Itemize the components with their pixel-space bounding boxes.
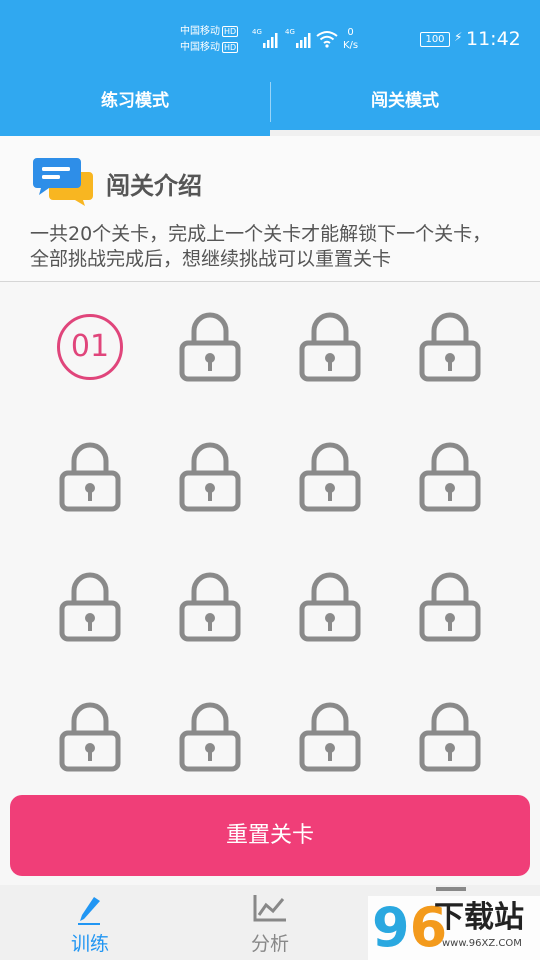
level-locked-10[interactable] [170,567,250,647]
watermark-text: 下载站 [434,900,524,935]
level-locked-03[interactable] [290,307,370,387]
lock-icon [179,572,241,642]
lock-icon [179,702,241,772]
nav-label: 分析 [250,933,289,955]
carrier-name-2: 中国移动 [180,42,220,53]
lock-icon [299,572,361,642]
level-locked-16[interactable] [410,697,490,777]
challenge-intro: 闯关介绍 一共20个关卡，完成上一个关卡才能解锁下一个关卡，全部挑战完成后，想继… [0,136,540,282]
lock-icon [59,702,121,772]
intro-description: 一共20个关卡，完成上一个关卡才能解锁下一个关卡，全部挑战完成后，想继续挑战可以… [30,223,492,270]
battery-indicator: 100 [420,32,450,47]
tab-challenge-mode[interactable]: 闯关模式 [270,80,540,136]
chat-bubble-icon [33,158,93,206]
level-locked-11[interactable] [290,567,370,647]
level-locked-07[interactable] [290,437,370,517]
carrier-info: 中国移动 HD 中国移动 HD [180,24,239,56]
nav-item-analysis[interactable]: 分析 [210,885,330,960]
lock-icon [419,442,481,512]
clock: 11:42 [466,28,521,50]
nav-icon-partial [436,887,466,891]
tab-divider [270,82,271,122]
level-number: 01 [57,314,123,380]
hd-badge: HD [222,42,239,53]
charging-icon: ⚡ [454,30,463,44]
line-chart-icon [253,895,286,922]
network-type-2: 4G [285,28,295,36]
lock-icon [59,442,121,512]
lock-icon [179,442,241,512]
intro-title: 闯关介绍 [106,172,202,200]
pencil-icon [78,897,100,925]
level-locked-12[interactable] [410,567,490,647]
lock-icon [179,312,241,382]
level-locked-04[interactable] [410,307,490,387]
level-locked-15[interactable] [290,697,370,777]
status-bar: 中国移动 HD 中国移动 HD 4G 4G 0 K/s 100 ⚡ 11:42 [0,0,540,80]
level-locked-06[interactable] [170,437,250,517]
carrier-name-1: 中国移动 [180,26,220,37]
wifi-icon [316,31,338,48]
network-speed: 0 K/s [343,27,359,51]
lock-icon [419,572,481,642]
nav-label: 训练 [70,933,109,955]
lock-icon [299,702,361,772]
reset-levels-button[interactable]: 重置关卡 [10,795,530,876]
level-grid: 01 [0,282,540,792]
lock-icon [419,312,481,382]
signal-icon [263,33,278,48]
watermark-url: www.96XZ.COM [442,938,522,949]
level-locked-09[interactable] [50,567,130,647]
nav-item-training[interactable]: 训练 [30,885,150,960]
site-watermark: 96 下载站 www.96XZ.COM [368,896,540,960]
level-01[interactable]: 01 [50,307,130,387]
lock-icon [299,442,361,512]
signal-icon [296,33,311,48]
level-locked-13[interactable] [50,697,130,777]
network-type-1: 4G [252,28,262,36]
hd-badge: HD [222,26,239,37]
level-locked-14[interactable] [170,697,250,777]
tab-practice-mode[interactable]: 练习模式 [0,80,270,136]
level-locked-05[interactable] [50,437,130,517]
level-locked-08[interactable] [410,437,490,517]
lock-icon [59,572,121,642]
level-locked-02[interactable] [170,307,250,387]
lock-icon [299,312,361,382]
lock-icon [419,702,481,772]
